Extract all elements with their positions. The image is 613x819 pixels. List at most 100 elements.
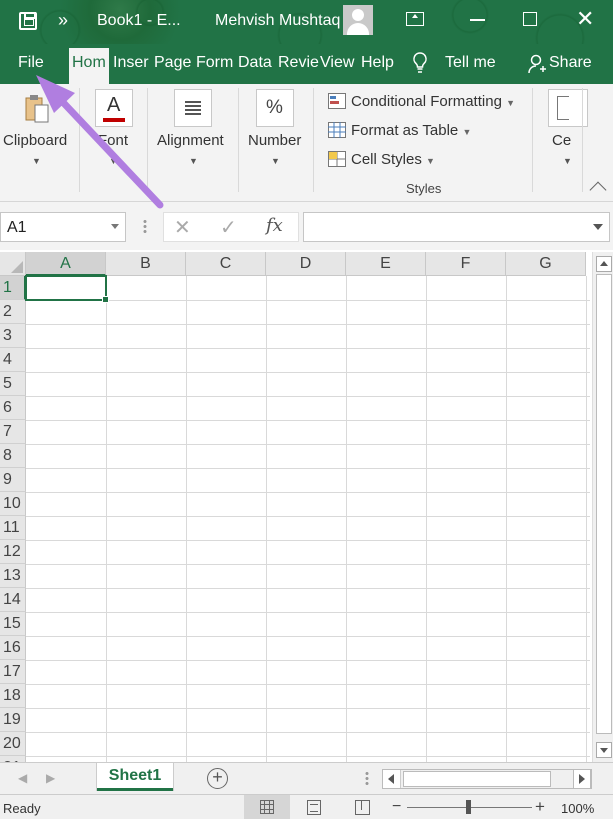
ribbon-display-icon[interactable]	[406, 12, 424, 26]
formula-bar-resize-handle[interactable]	[143, 219, 147, 235]
scroll-right-button[interactable]	[573, 769, 591, 789]
chevron-down-icon: ▼	[563, 156, 572, 166]
gridline	[26, 324, 590, 325]
row-header[interactable]: 17	[0, 660, 26, 684]
formula-input[interactable]	[303, 212, 610, 242]
font-group-button[interactable]: Font	[98, 132, 128, 149]
tab-insert[interactable]: Inser	[113, 54, 149, 72]
number-group-button[interactable]: Number	[248, 132, 301, 149]
sheet-tab-sheet1[interactable]: Sheet1	[97, 763, 173, 791]
scroll-up-button[interactable]	[596, 256, 612, 272]
tab-home[interactable]: Hom	[69, 48, 109, 84]
lightbulb-icon[interactable]	[412, 52, 428, 74]
clipboard-group-button[interactable]: Clipboard	[3, 132, 67, 149]
format-as-table-button[interactable]: Format as Table ▼	[351, 122, 471, 139]
row-header[interactable]: 20	[0, 732, 26, 756]
enter-check-icon[interactable]: ✓	[220, 215, 237, 240]
expand-formula-bar-icon[interactable]	[593, 224, 603, 230]
page-break-view-icon[interactable]	[355, 800, 370, 815]
group-divider	[238, 88, 239, 192]
cell-styles-button[interactable]: Cell Styles ▼	[351, 151, 435, 168]
alignment-icon[interactable]	[174, 89, 212, 127]
maximize-icon[interactable]	[523, 12, 537, 26]
chevron-down-icon[interactable]	[111, 224, 119, 229]
next-sheet-icon[interactable]: ▶	[46, 771, 55, 785]
row-header[interactable]: 4	[0, 348, 26, 372]
zoom-out-button[interactable]: −	[392, 798, 401, 816]
minimize-icon[interactable]	[470, 19, 485, 21]
customize-quick-access-button[interactable]: »	[58, 10, 68, 31]
row-header[interactable]: 1	[0, 276, 26, 300]
fx-icon[interactable]: fx	[266, 215, 283, 236]
column-header[interactable]: F	[426, 252, 506, 276]
tab-view[interactable]: View	[320, 54, 354, 72]
worksheet-grid[interactable]: ABCDEFG123456789101112131415161718192021	[0, 252, 590, 762]
share-button[interactable]: Share	[549, 54, 592, 72]
tab-page-layout[interactable]: Page	[154, 54, 191, 72]
avatar[interactable]	[343, 5, 373, 35]
row-header[interactable]: 10	[0, 492, 26, 516]
row-header[interactable]: 7	[0, 420, 26, 444]
row-header[interactable]: 19	[0, 708, 26, 732]
row-header[interactable]: 6	[0, 396, 26, 420]
scroll-down-button[interactable]	[596, 742, 612, 758]
gridline	[26, 564, 590, 565]
scroll-left-button[interactable]	[383, 770, 401, 788]
font-icon[interactable]: A	[95, 89, 133, 127]
save-icon[interactable]	[19, 12, 37, 30]
tab-split-handle[interactable]	[365, 771, 369, 787]
tab-data[interactable]: Data	[238, 54, 272, 72]
row-header[interactable]: 14	[0, 588, 26, 612]
row-header[interactable]: 8	[0, 444, 26, 468]
column-header[interactable]: A	[26, 252, 106, 276]
zoom-percentage[interactable]: 100%	[561, 801, 594, 816]
row-header[interactable]: 9	[0, 468, 26, 492]
column-header[interactable]: D	[266, 252, 346, 276]
cells-group-button[interactable]: Ce	[552, 132, 571, 149]
column-header[interactable]: C	[186, 252, 266, 276]
font-icon-letter: A	[107, 94, 121, 116]
name-box[interactable]: A1	[0, 212, 126, 242]
row-header[interactable]: 2	[0, 300, 26, 324]
cancel-x-icon[interactable]: ✕	[174, 215, 191, 240]
row-header[interactable]: 3	[0, 324, 26, 348]
tell-me-search[interactable]: Tell me	[445, 54, 496, 72]
user-name[interactable]: Mehvish Mushtaq	[215, 12, 340, 30]
previous-sheet-icon[interactable]: ◀	[18, 771, 27, 785]
gridline	[26, 540, 590, 541]
tab-review[interactable]: Revie	[278, 54, 319, 72]
alignment-group-button[interactable]: Alignment	[157, 132, 224, 149]
horizontal-scrollbar[interactable]	[382, 769, 592, 789]
active-cell-a1[interactable]	[25, 275, 109, 303]
zoom-slider-thumb[interactable]	[466, 800, 471, 814]
vertical-scroll-thumb[interactable]	[596, 274, 612, 734]
column-header[interactable]: B	[106, 252, 186, 276]
cells-icon-grid	[557, 96, 569, 120]
tab-help[interactable]: Help	[361, 54, 394, 72]
close-icon[interactable]: ✕	[576, 6, 594, 32]
horizontal-scroll-thumb[interactable]	[403, 771, 551, 787]
number-icon[interactable]: %	[256, 89, 294, 127]
zoom-in-button[interactable]: +	[535, 797, 545, 817]
row-header[interactable]: 16	[0, 636, 26, 660]
select-all-button[interactable]	[0, 252, 26, 276]
conditional-formatting-button[interactable]: Conditional Formatting ▼	[351, 93, 515, 110]
row-header[interactable]: 11	[0, 516, 26, 540]
row-header[interactable]: 12	[0, 540, 26, 564]
status-text: Ready	[3, 801, 41, 816]
vertical-scrollbar[interactable]	[592, 252, 613, 762]
share-icon[interactable]	[528, 54, 546, 74]
sheet-tabs-bar: ◀ ▶ Sheet1 +	[0, 762, 613, 794]
row-header[interactable]: 13	[0, 564, 26, 588]
tab-formulas[interactable]: Form	[196, 54, 233, 72]
row-header[interactable]: 18	[0, 684, 26, 708]
column-header[interactable]: G	[506, 252, 586, 276]
page-layout-view-icon[interactable]	[307, 800, 321, 815]
tab-file[interactable]: File	[18, 54, 44, 72]
add-sheet-icon[interactable]: +	[207, 768, 228, 789]
row-header[interactable]: 15	[0, 612, 26, 636]
row-header[interactable]: 5	[0, 372, 26, 396]
normal-view-icon[interactable]	[244, 795, 290, 819]
clipboard-icon[interactable]	[24, 94, 50, 124]
column-header[interactable]: E	[346, 252, 426, 276]
